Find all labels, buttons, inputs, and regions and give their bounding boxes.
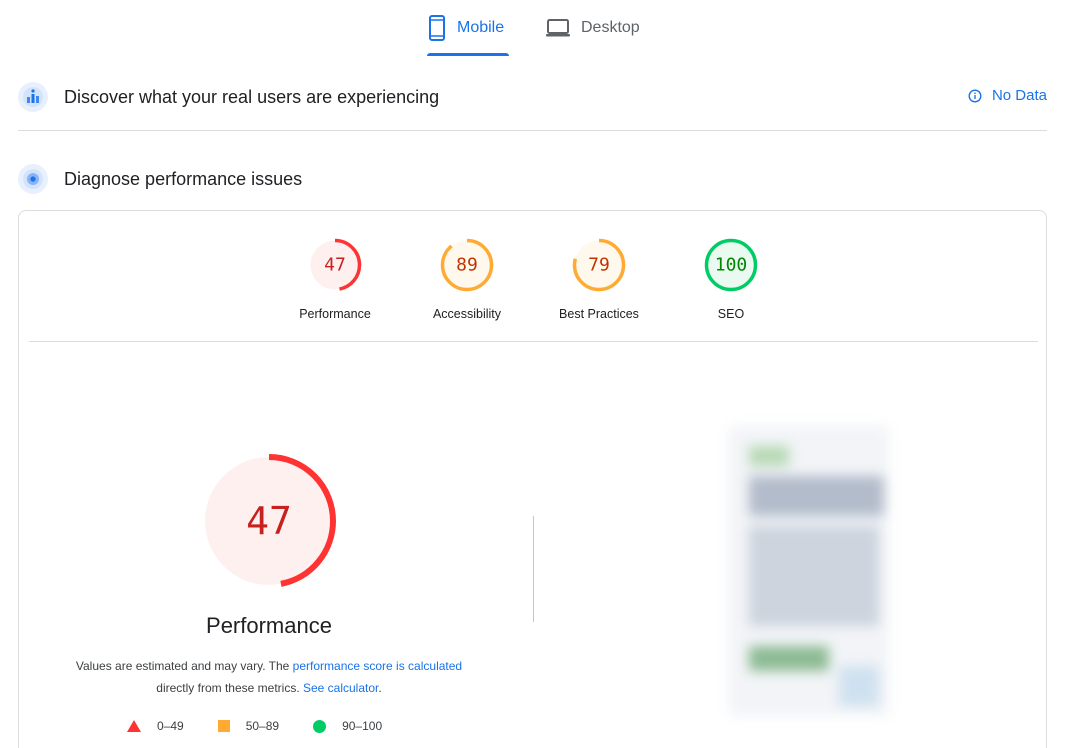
lab-data-section: Diagnose performance issues xyxy=(18,163,1047,195)
gauge-seo[interactable]: 100 SEO xyxy=(666,237,796,321)
tab-mobile-label: Mobile xyxy=(457,19,505,36)
field-data-section: Discover what your real users are experi… xyxy=(18,81,1047,113)
gauge-label: Best Practices xyxy=(559,307,639,321)
no-data-label: No Data xyxy=(991,87,1047,104)
score-gauges: 47 Performance 89 Accessibility 79 Best Pra… xyxy=(19,237,1046,347)
vertical-divider xyxy=(533,516,534,622)
users-chart-icon xyxy=(18,82,48,112)
no-data-link[interactable]: No Data xyxy=(968,87,1047,104)
gauge-performance[interactable]: 47 Performance xyxy=(270,237,400,321)
mobile-icon xyxy=(429,15,445,41)
active-tab-indicator xyxy=(427,53,509,56)
gauge-accessibility[interactable]: 89 Accessibility xyxy=(402,237,532,321)
info-icon xyxy=(968,88,982,103)
square-icon xyxy=(217,720,230,732)
desktop-icon xyxy=(546,19,570,37)
gauge-label: Accessibility xyxy=(432,307,502,321)
desc-text-3: . xyxy=(378,681,382,695)
performance-big-gauge: 47 xyxy=(199,451,339,591)
lab-data-title: Diagnose performance issues xyxy=(64,168,303,189)
field-data-title: Discover what your real users are experi… xyxy=(64,86,440,107)
legend-pass-range: 90–100 xyxy=(342,719,383,733)
gauge-3-ring: 100 xyxy=(704,238,758,292)
desc-text-2: directly from these metrics. xyxy=(156,681,303,695)
performance-heading: Performance xyxy=(206,613,332,638)
tab-mobile[interactable]: Mobile xyxy=(427,14,509,56)
page-screenshot-thumbnail xyxy=(719,416,899,716)
gauge-label: SEO xyxy=(717,307,745,321)
gauge-label: Performance xyxy=(299,307,371,321)
diagnose-icon xyxy=(18,164,48,194)
tab-desktop-label: Desktop xyxy=(581,19,640,36)
performance-big-value: 47 xyxy=(246,499,292,543)
legend-fail: 0–49 xyxy=(127,719,184,733)
gauge-1-ring: 89 xyxy=(440,238,494,292)
gauge-3-value: 100 xyxy=(715,255,748,276)
gauge-2-ring: 79 xyxy=(572,238,626,292)
gauge-1-value: 89 xyxy=(456,255,478,276)
performance-big-ring: 47 xyxy=(202,454,336,588)
gauge-0-ring: 47 xyxy=(308,238,362,292)
score-calculated-link[interactable]: performance score is calculated xyxy=(293,659,462,673)
triangle-icon xyxy=(127,720,141,732)
legend-pass: 90–100 xyxy=(313,719,382,733)
legend-average: 50–89 xyxy=(217,719,280,733)
see-calculator-link[interactable]: See calculator xyxy=(303,681,378,695)
gauges-divider xyxy=(29,341,1038,342)
tab-desktop[interactable]: Desktop xyxy=(545,14,640,56)
performance-description: Values are estimated and may vary. The p… xyxy=(49,655,489,699)
gauge-2-value: 79 xyxy=(588,255,610,276)
legend-fail-range: 0–49 xyxy=(157,719,184,733)
gauge-0-value: 47 xyxy=(324,255,346,276)
device-tabs: Mobile Desktop xyxy=(0,0,1068,56)
circle-icon xyxy=(313,719,327,733)
section-divider xyxy=(18,130,1047,131)
desc-text-1: Values are estimated and may vary. The xyxy=(75,659,293,673)
legend-average-range: 50–89 xyxy=(245,719,280,733)
score-legend: 0–49 50–89 90–100 xyxy=(127,719,382,733)
gauge-best-practices[interactable]: 79 Best Practices xyxy=(534,237,664,321)
lab-report-card: 47 Performance 89 Accessibility 79 Best Pra… xyxy=(18,210,1047,748)
